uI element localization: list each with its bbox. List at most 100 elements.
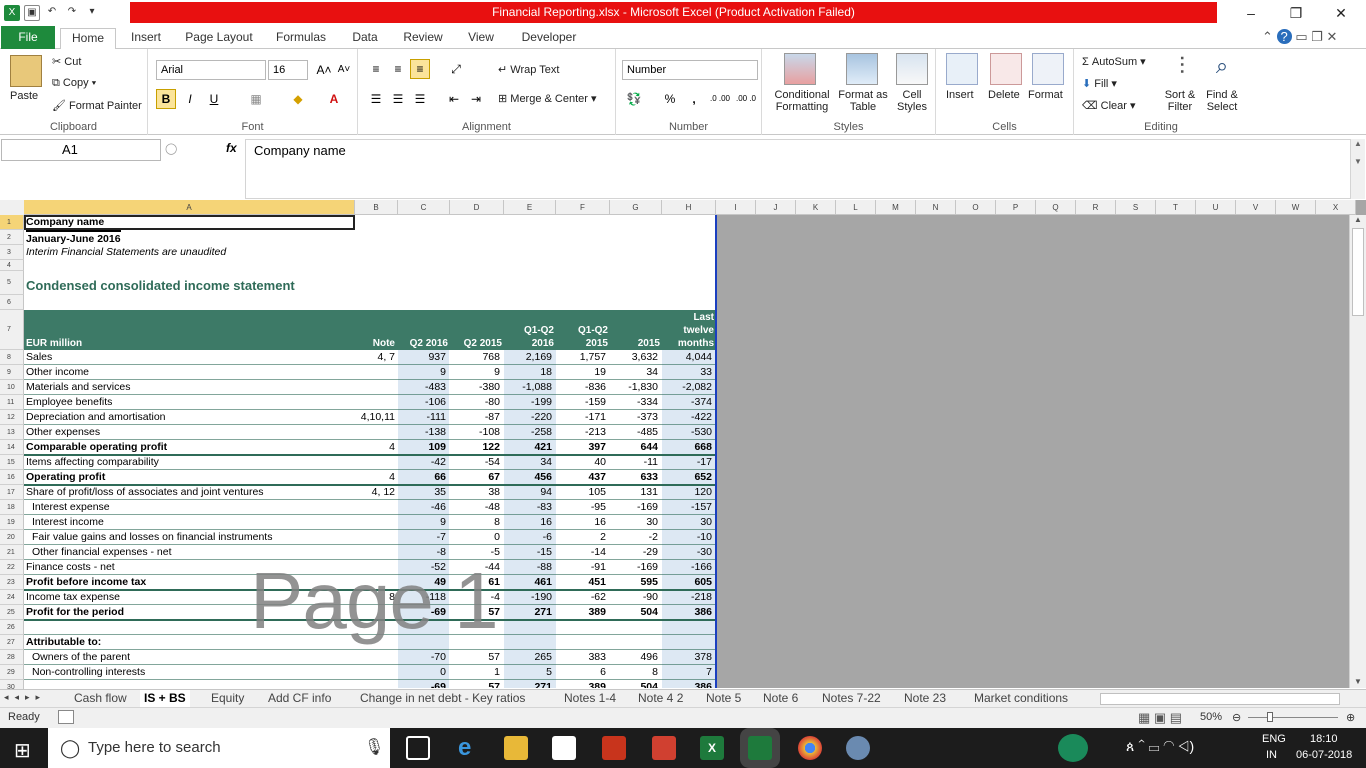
row-note[interactable]: 4	[355, 470, 397, 485]
tab-review[interactable]: Review	[396, 28, 450, 49]
paste-button[interactable]: Paste	[10, 90, 38, 102]
row-label[interactable]: Operating profit	[26, 470, 105, 485]
row-header[interactable]: 12	[0, 410, 24, 425]
row-value[interactable]: 16	[504, 515, 554, 530]
row-value[interactable]: 456	[504, 470, 554, 485]
sheet-tab[interactable]: Notes 7-22	[818, 690, 885, 708]
row-value[interactable]: 30	[610, 515, 660, 530]
column-header[interactable]: E	[504, 200, 556, 215]
row-header[interactable]: 28	[0, 650, 24, 665]
number-format-select[interactable]: Number	[622, 60, 758, 80]
row-value[interactable]: 271	[504, 605, 554, 620]
row-value[interactable]: 6	[556, 665, 608, 680]
row-value[interactable]: 496	[610, 650, 660, 665]
row-value[interactable]: 35	[398, 485, 448, 500]
row-header[interactable]: 24	[0, 590, 24, 605]
insert-cells-icon[interactable]	[946, 53, 978, 85]
row-value[interactable]: -373	[610, 410, 660, 425]
row-header[interactable]: 7	[0, 310, 24, 350]
windows-start-icon[interactable]: ⊞	[14, 738, 31, 763]
row-value[interactable]	[504, 635, 554, 650]
row-note[interactable]	[355, 680, 397, 688]
comma-button[interactable]: ,	[684, 89, 704, 109]
align-top-icon[interactable]: ≡	[366, 59, 386, 79]
sheet-tab[interactable]: Equity	[207, 690, 248, 708]
row-note[interactable]: 4	[355, 440, 397, 455]
column-header[interactable]: B	[355, 200, 398, 215]
excel-taskbar-icon[interactable]: X	[700, 736, 724, 760]
find-select-button[interactable]: Find & Select	[1202, 89, 1242, 113]
row-value[interactable]: 437	[556, 470, 608, 485]
fill-button[interactable]: ⬇ Fill ▾	[1082, 77, 1117, 90]
column-header[interactable]: M	[876, 200, 916, 215]
column-header[interactable]: C	[398, 200, 450, 215]
column-header[interactable]: J	[756, 200, 796, 215]
row-note[interactable]	[355, 650, 397, 665]
row-value[interactable]: -42	[398, 455, 448, 470]
row-value[interactable]: -83	[504, 500, 554, 515]
row-value[interactable]: -483	[398, 380, 448, 395]
format-cells-icon[interactable]	[1032, 53, 1064, 85]
row-value[interactable]: -171	[556, 410, 608, 425]
row-note[interactable]	[355, 395, 397, 410]
row-value[interactable]: -213	[556, 425, 608, 440]
row-value[interactable]: 605	[662, 575, 714, 590]
row-value[interactable]: -80	[450, 395, 502, 410]
row-value[interactable]: -220	[504, 410, 554, 425]
row-value[interactable]: 389	[556, 680, 608, 688]
zoom-slider[interactable]	[1248, 717, 1338, 718]
font-name-select[interactable]: Arial	[156, 60, 266, 80]
row-header[interactable]: 29	[0, 665, 24, 680]
row-value[interactable]: 504	[610, 605, 660, 620]
row-value[interactable]: 34	[504, 455, 554, 470]
row-value[interactable]: 386	[662, 605, 714, 620]
language-in[interactable]: IN	[1266, 749, 1277, 761]
tab-data[interactable]: Data	[344, 28, 386, 49]
sheet-tab[interactable]: Note 5	[702, 690, 745, 708]
orientation-icon[interactable]: ⤢	[446, 59, 466, 79]
fill-color-icon[interactable]: ◆	[288, 89, 308, 109]
row-value[interactable]: 397	[556, 440, 608, 455]
grow-font-button[interactable]: A˄	[314, 60, 334, 80]
row-value[interactable]: -111	[398, 410, 448, 425]
row-value[interactable]: -374	[662, 395, 714, 410]
autosum-button[interactable]: Σ AutoSum ▾	[1082, 55, 1146, 68]
row-value[interactable]: -166	[662, 560, 714, 575]
row-value[interactable]: 2,169	[504, 350, 554, 365]
row-value[interactable]: -1,088	[504, 380, 554, 395]
row-label[interactable]: Owners of the parent	[32, 650, 130, 665]
row-value[interactable]: 633	[610, 470, 660, 485]
row-value[interactable]: 383	[556, 650, 608, 665]
formula-input[interactable]: Company name	[245, 139, 1351, 199]
row-value[interactable]: -2	[610, 530, 660, 545]
row-value[interactable]: -91	[556, 560, 608, 575]
row-note[interactable]	[355, 530, 397, 545]
binoculars-icon[interactable]: ⌕	[1206, 53, 1238, 85]
row-label[interactable]: Attributable to:	[26, 635, 101, 650]
row-value[interactable]: 9	[450, 365, 502, 380]
conditional-formatting-icon[interactable]	[784, 53, 816, 85]
tab-formulas[interactable]: Formulas	[268, 28, 334, 49]
row-header[interactable]: 19	[0, 515, 24, 530]
row-label[interactable]: Other expenses	[26, 425, 100, 440]
row-value[interactable]: 19	[556, 365, 608, 380]
row-value[interactable]	[556, 635, 608, 650]
scroll-up-icon[interactable]: ▲	[1350, 215, 1366, 224]
row-value[interactable]: 18	[504, 365, 554, 380]
row-header[interactable]: 8	[0, 350, 24, 365]
row-note[interactable]: 4, 7	[355, 350, 397, 365]
row-note[interactable]	[355, 380, 397, 395]
row-value[interactable]: 0	[450, 530, 502, 545]
row-value[interactable]: 34	[610, 365, 660, 380]
row-value[interactable]: -7	[398, 530, 448, 545]
clear-button[interactable]: ⌫ Clear ▾	[1082, 99, 1136, 112]
column-header[interactable]: L	[836, 200, 876, 215]
increase-decimal-button[interactable]: .0 .00	[708, 89, 732, 109]
sheet-tab[interactable]: Market conditions	[970, 690, 1072, 708]
row-value[interactable]: 105	[556, 485, 608, 500]
row-value[interactable]: 94	[504, 485, 554, 500]
shrink-font-button[interactable]: A˅	[334, 60, 354, 80]
formula-cancel-icon[interactable]: ◯	[165, 142, 177, 155]
sheet-tab[interactable]: IS + BS	[140, 690, 190, 708]
row-value[interactable]: 8	[450, 515, 502, 530]
